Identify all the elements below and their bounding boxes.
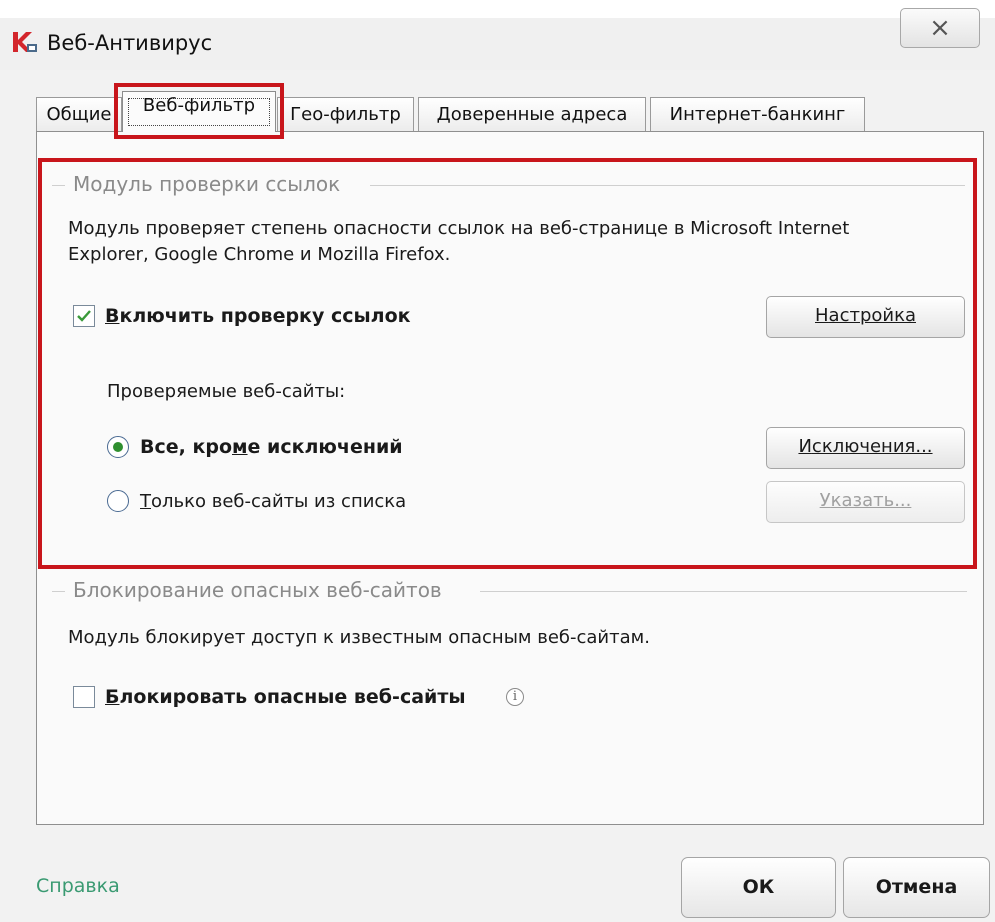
blocking-description: Модуль блокирует доступ к известным опас… <box>68 627 650 648</box>
close-button[interactable]: × <box>900 8 980 48</box>
tab-general[interactable]: Общие <box>36 97 122 131</box>
help-link[interactable]: Справка <box>36 875 120 897</box>
tab-geo-filter-label: Гео-фильтр <box>290 104 401 125</box>
block-dangerous-sites-checkbox[interactable] <box>73 686 95 708</box>
tab-geo-filter[interactable]: Гео-фильтр <box>277 97 414 131</box>
blocking-heading: Блокирование опасных веб-сайтов <box>73 578 442 602</box>
close-icon: × <box>929 13 951 43</box>
info-icon[interactable]: i <box>506 688 524 706</box>
tab-trusted-addresses[interactable]: Доверенные адреса <box>418 97 646 131</box>
label-text: локировать опасные веб-сайты <box>119 686 466 708</box>
link-check-highlight-frame <box>38 158 977 569</box>
group-line-left <box>52 591 65 592</box>
tab-highlight-frame <box>114 83 284 139</box>
kaspersky-logo-icon <box>13 32 37 52</box>
tab-trusted-addresses-label: Доверенные адреса <box>436 104 628 125</box>
group-line-right <box>480 591 967 592</box>
tab-internet-banking-label: Интернет-банкинг <box>669 104 846 125</box>
block-dangerous-sites-label[interactable]: Блокировать опасные веб-сайты <box>105 685 466 709</box>
cancel-button[interactable]: Отмена <box>843 857 990 918</box>
tab-internet-banking[interactable]: Интернет-банкинг <box>650 97 865 131</box>
tab-general-label: Общие <box>46 104 112 125</box>
window-title: Веб-Антивирус <box>47 31 213 55</box>
dialog-window: Веб-Антивирус × Общие Гео-фильтр Доверен… <box>0 0 995 922</box>
ok-button[interactable]: ОК <box>681 857 836 918</box>
top-strip <box>0 0 995 18</box>
hotkey-char: Б <box>105 686 120 708</box>
